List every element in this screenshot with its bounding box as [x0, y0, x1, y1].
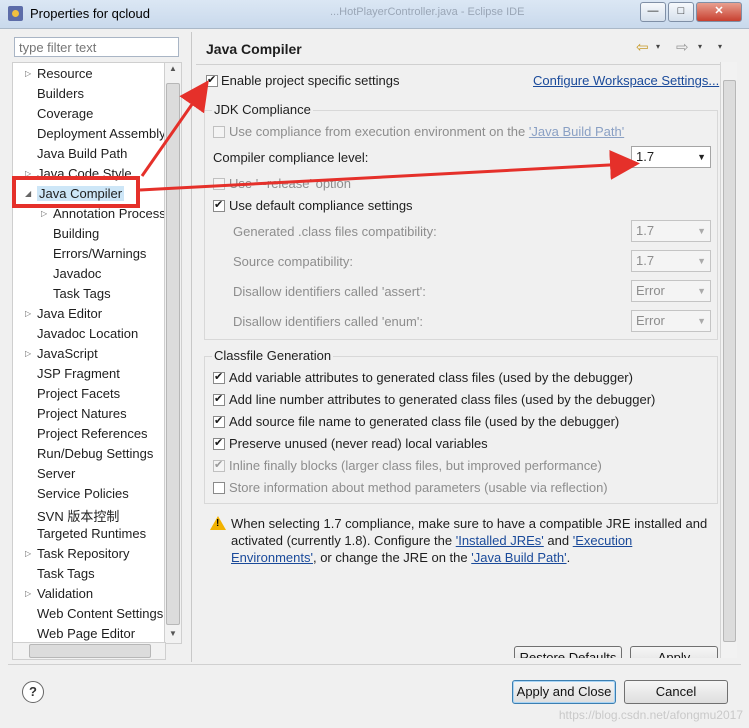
- annotation-arrows: [139, 80, 640, 192]
- annotation-arrow-to-compliance: [139, 149, 640, 192]
- annotation-arrow-to-checkbox: [140, 80, 209, 177]
